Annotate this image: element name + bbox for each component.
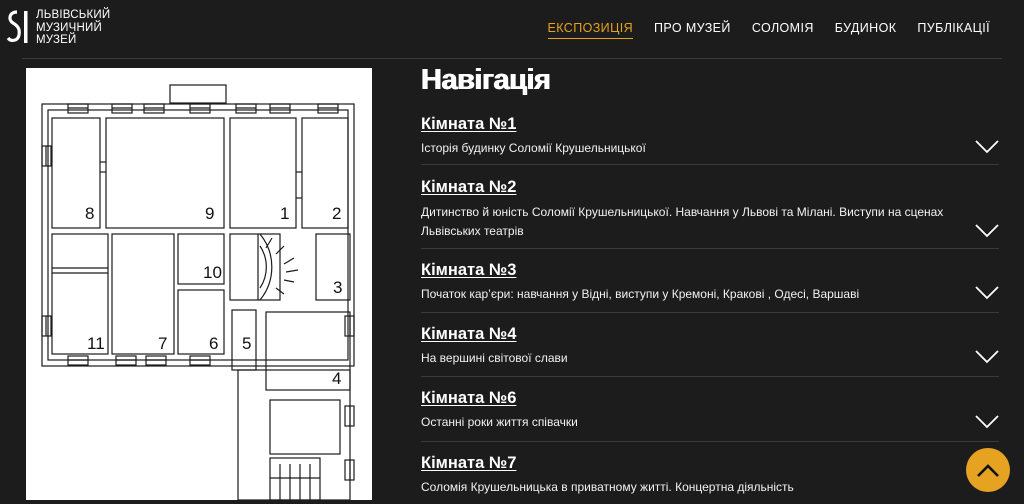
chevron-down-icon[interactable] — [975, 415, 999, 429]
room-item-1[interactable]: Кімната №1 Історія будинку Соломії Круше… — [421, 109, 999, 165]
room-title[interactable]: Кімната №7 — [421, 454, 516, 473]
room-title[interactable]: Кімната №6 — [421, 389, 516, 408]
floor-plan: 1 2 3 4 5 6 7 8 9 10 11 — [26, 68, 372, 500]
room-item-7[interactable]: Кімната №7 Соломія Крушельницька в прива… — [421, 442, 999, 504]
room-description: Історія будинку Соломії Крушельницької — [421, 141, 646, 155]
museum-logo[interactable]: ЛЬВІВСЬКИЙ МУЗИЧНИЙ МУЗЕЙ — [6, 8, 110, 47]
chevron-down-icon[interactable] — [975, 286, 999, 300]
room-number-6: 6 — [209, 334, 218, 353]
room-description: Початок кар’єри: навчання у Відні, висту… — [421, 287, 860, 301]
room-title[interactable]: Кімната №1 — [421, 115, 516, 134]
room-item-6[interactable]: Кімната №6 Останні роки життя співачки — [421, 377, 999, 442]
chevron-down-icon[interactable] — [975, 140, 999, 154]
room-number-8: 8 — [85, 204, 94, 223]
chevron-down-icon[interactable] — [975, 224, 999, 238]
room-number-2: 2 — [332, 204, 341, 223]
chevron-up-icon — [977, 463, 999, 477]
nav-link-publications[interactable]: ПУБЛІКАЦІЇ — [917, 21, 990, 39]
room-number-1: 1 — [280, 204, 289, 223]
logo-line: МУЗИЧНИЙ — [36, 21, 102, 34]
room-number-10: 10 — [203, 263, 222, 282]
room-description: На вершині світової слави — [421, 351, 568, 365]
nav-link-building[interactable]: БУДИНОК — [835, 21, 897, 39]
logo-mark-icon — [6, 10, 28, 43]
room-number-9: 9 — [205, 204, 214, 223]
nav-link-exposition[interactable]: ЕКСПОЗИЦІЯ — [547, 21, 634, 39]
logo-line: ЛЬВІВСЬКИЙ — [36, 9, 111, 21]
page-title: Навігація — [421, 64, 551, 96]
room-title[interactable]: Кімната №3 — [421, 261, 516, 280]
room-number-4: 4 — [332, 369, 341, 388]
nav-link-about-museum[interactable]: ПРО МУЗЕЙ — [654, 21, 731, 39]
room-number-7: 7 — [158, 334, 167, 353]
room-description: Останні роки життя співачки — [421, 415, 578, 429]
room-number-3: 3 — [333, 278, 342, 297]
floor-plan-drawing: 1 2 3 4 5 6 7 8 9 10 11 — [41, 84, 355, 500]
room-item-4[interactable]: Кімната №4 На вершині світової слави — [421, 313, 999, 377]
room-accordion: Кімната №1 Історія будинку Соломії Круше… — [421, 109, 999, 504]
chevron-down-icon[interactable] — [975, 350, 999, 364]
main-nav: ЕКСПОЗИЦІЯ ПРО МУЗЕЙ СОЛОМІЯ БУДИНОК ПУБ… — [527, 21, 990, 39]
site-header: ЛЬВІВСЬКИЙ МУЗИЧНИЙ МУЗЕЙ ЕКСПОЗИЦІЯ ПРО… — [0, 0, 1024, 58]
logo-line: МУЗЕЙ — [36, 34, 77, 46]
logo-text: ЛЬВІВСЬКИЙ МУЗИЧНИЙ МУЗЕЙ — [36, 8, 110, 47]
header-divider — [22, 58, 1002, 59]
room-item-3[interactable]: Кімната №3 Початок кар’єри: навчання у В… — [421, 249, 999, 313]
scroll-to-top-button[interactable] — [966, 448, 1010, 492]
room-item-2[interactable]: Кімната №2 Дитинство й юність Соломії Кр… — [421, 165, 999, 249]
room-number-5: 5 — [242, 334, 251, 353]
room-description: Дитинство й юність Соломії Крушельницько… — [421, 205, 944, 238]
room-description: Соломія Крушельницька в приватному житті… — [421, 480, 794, 494]
room-title[interactable]: Кімната №4 — [421, 325, 516, 344]
room-number-11: 11 — [87, 334, 105, 353]
nav-link-solomiya[interactable]: СОЛОМІЯ — [752, 21, 814, 39]
room-title[interactable]: Кімната №2 — [421, 178, 516, 197]
